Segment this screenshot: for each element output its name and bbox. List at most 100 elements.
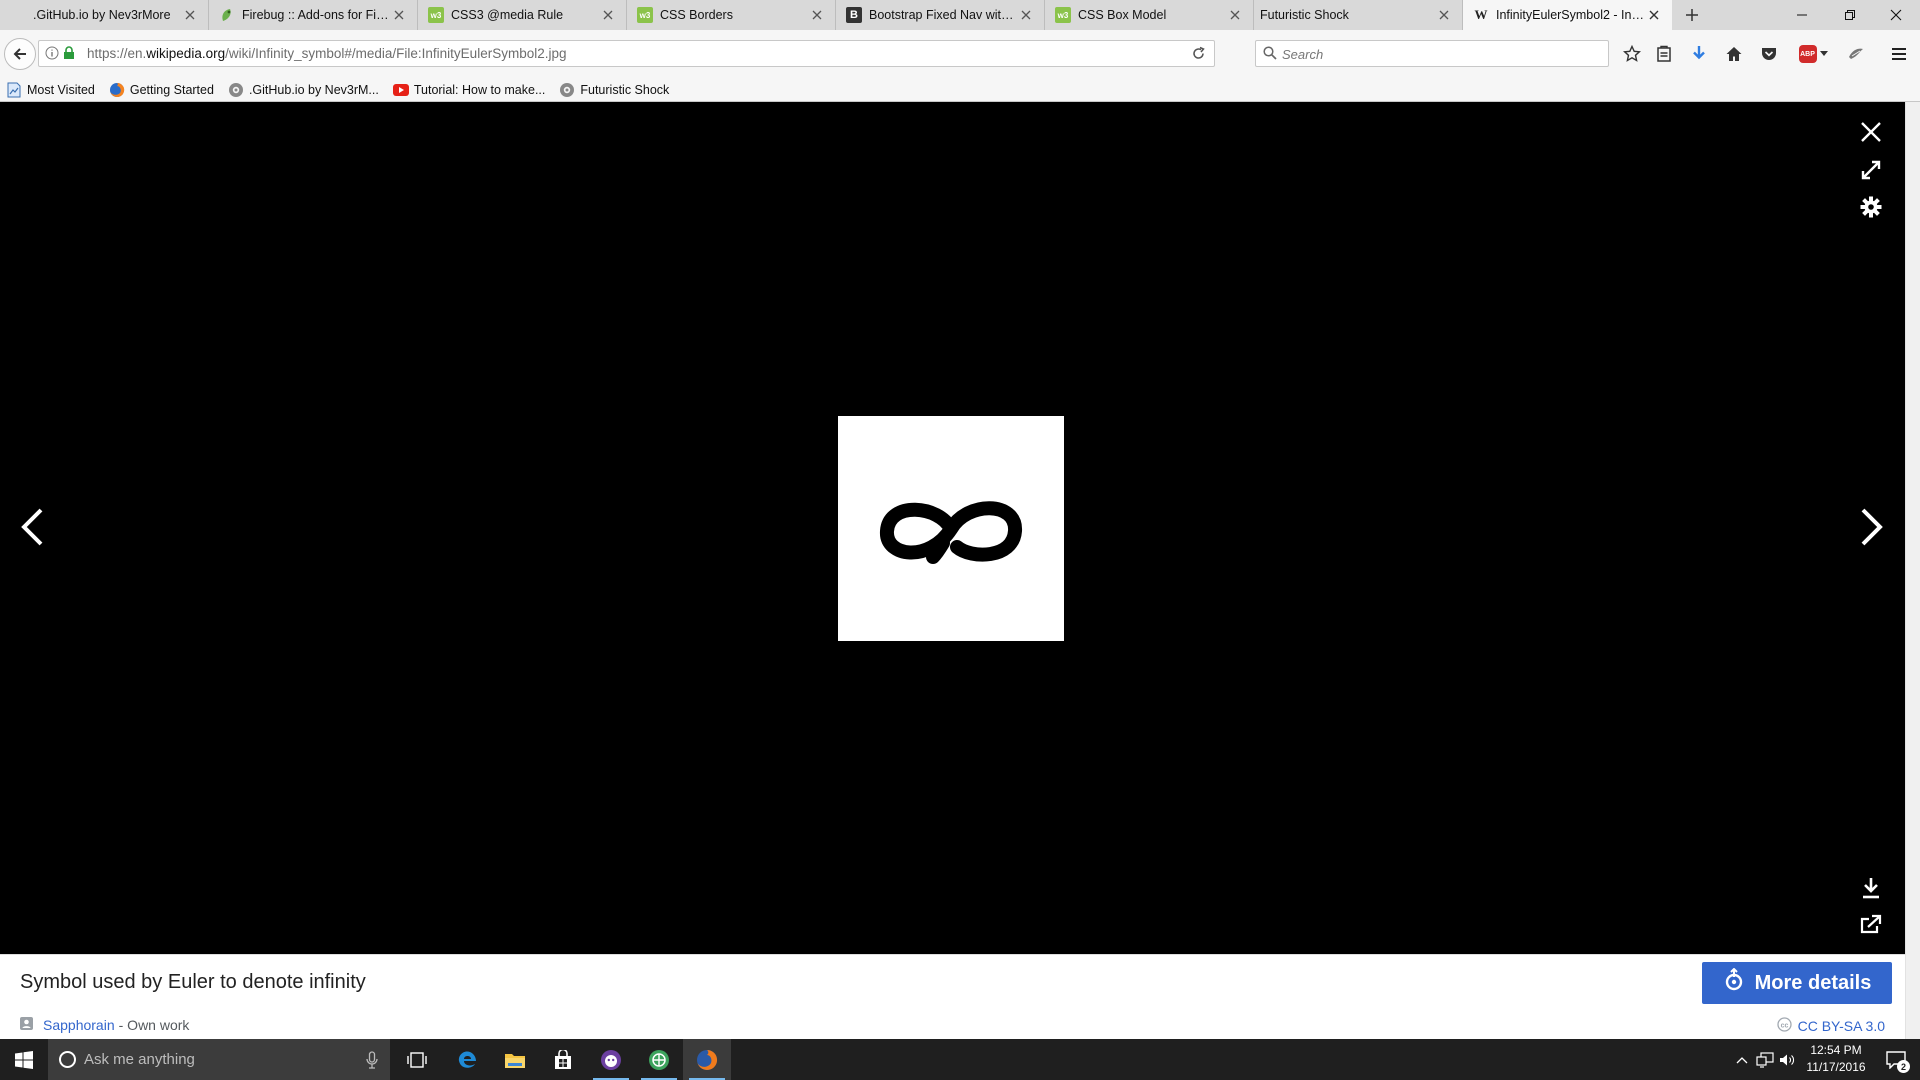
pocket-button[interactable] [1757,42,1781,66]
tab-github[interactable]: .GitHub.io by Nev3rMore [0,0,209,30]
close-icon[interactable] [182,7,198,23]
home-button[interactable] [1722,42,1746,66]
taskbar-edge[interactable] [443,1039,491,1080]
share-button[interactable] [1855,908,1887,940]
tab-title: Futuristic Shock [1260,8,1349,22]
close-icon[interactable] [1018,7,1034,23]
more-details-button[interactable]: More details [1702,962,1892,1004]
tab-futuristic-shock[interactable]: Futuristic Shock [1254,0,1463,30]
vertical-scrollbar[interactable] [1905,102,1920,1039]
notification-count-badge: 2 [1897,1060,1910,1073]
tab-title: CSS3 @media Rule [451,8,564,22]
extension-button[interactable] [1844,42,1868,66]
bookmark-star-button[interactable] [1620,42,1644,66]
tab-css3-media[interactable]: w3 CSS3 @media Rule [418,0,627,30]
taskbar-firefox[interactable] [683,1039,731,1080]
cortana-search-input[interactable] [84,1051,344,1068]
next-image-button[interactable] [1854,502,1890,552]
w3schools-icon: w3 [428,7,444,23]
wikipedia-icon: W [1474,7,1488,22]
start-button[interactable] [0,1039,48,1080]
bootply-icon: B [846,7,862,23]
back-button[interactable] [4,38,36,70]
bookmark-label: .GitHub.io by Nev3rM... [248,82,379,97]
bookmark-github-io[interactable]: .GitHub.io by Nev3rM... [228,82,379,98]
taskbar-app-green[interactable] [635,1039,683,1080]
new-tab-button[interactable] [1672,0,1712,30]
author-link[interactable]: Sapphorain [43,1017,115,1033]
svg-text:cc: cc [1780,1022,1788,1029]
menu-button[interactable] [1887,42,1911,66]
tab-css-box-model[interactable]: w3 CSS Box Model [1045,0,1254,30]
github-icon [10,7,26,23]
task-view-icon [407,1051,427,1068]
gear-icon [1860,196,1882,218]
download-icon [1863,878,1879,899]
task-view-button[interactable] [395,1039,439,1080]
reading-list-button[interactable] [1652,42,1676,66]
close-viewer-button[interactable] [1855,116,1887,148]
taskbar-file-explorer[interactable] [491,1039,539,1080]
fullscreen-button[interactable] [1855,154,1887,186]
url-prefix: https://en. [87,46,147,61]
url-bar[interactable]: https://en.wikipedia.org/wiki/Infinity_s… [38,40,1215,67]
w3schools-icon: w3 [637,7,653,23]
downloads-button[interactable] [1687,42,1711,66]
close-icon[interactable] [600,7,616,23]
bookmark-most-visited[interactable]: Most Visited [6,82,95,98]
hamburger-menu-icon [1892,48,1906,60]
cortana-search-box[interactable] [48,1039,390,1080]
most-visited-icon [6,82,22,98]
taskbar-store[interactable] [539,1039,587,1080]
tab-css-borders[interactable]: w3 CSS Borders [627,0,836,30]
tab-title: CSS Borders [660,8,733,22]
github-icon [228,82,244,98]
download-button[interactable] [1855,872,1887,904]
close-icon[interactable] [1646,7,1662,23]
url-text[interactable]: https://en.wikipedia.org/wiki/Infinity_s… [87,46,566,61]
volume-icon[interactable] [1776,1039,1798,1080]
license-info[interactable]: cc CC BY-SA 3.0 [1776,1017,1885,1035]
network-icon[interactable] [1754,1039,1776,1080]
bookmarks-toolbar: Most Visited Getting Started .GitHub.io … [0,78,1920,102]
action-center-button[interactable]: 2 [1876,1039,1916,1080]
reload-icon[interactable] [1191,46,1206,64]
close-icon[interactable] [391,7,407,23]
home-icon [1726,47,1742,61]
bookmark-futuristic-shock[interactable]: Futuristic Shock [559,82,669,98]
chevron-right-icon [1861,508,1883,546]
restore-icon [1845,10,1855,20]
tab-title: Firebug :: Add-ons for Fire... [242,8,392,22]
restore-button[interactable] [1826,0,1874,30]
close-icon [1890,9,1902,21]
search-icon [1263,46,1277,63]
close-window-button[interactable] [1872,0,1920,30]
info-icon[interactable] [45,46,59,63]
tab-firebug[interactable]: Firebug :: Add-ons for Fire... [209,0,418,30]
search-bar[interactable] [1255,40,1609,67]
bookmark-tutorial[interactable]: Tutorial: How to make... [392,82,545,98]
license-link[interactable]: CC BY-SA 3.0 [1798,1018,1885,1034]
show-hidden-icons-button[interactable] [1732,1039,1752,1080]
tab-strip: .GitHub.io by Nev3rMore Firebug :: Add-o… [0,0,1920,30]
source-text: - Own work [118,1017,190,1033]
viewer-settings-button[interactable] [1855,191,1887,223]
windows-taskbar: 12:54 PM 11/17/2016 2 [0,1039,1920,1080]
bookmark-getting-started[interactable]: Getting Started [109,82,214,98]
tab-infinity-euler[interactable]: W InfinityEulerSymbol2 - Infi... [1463,0,1672,30]
adblock-plus-icon: ABP [1798,45,1817,63]
previous-image-button[interactable] [14,502,50,552]
download-arrow-icon [1693,46,1705,60]
search-input[interactable] [1282,45,1602,63]
microphone-icon[interactable] [366,1051,378,1072]
chevron-left-icon [21,508,43,546]
tab-title: Bootstrap Fixed Nav with ... [869,8,1019,22]
minimize-button[interactable] [1778,0,1826,30]
taskbar-app-purple[interactable] [587,1039,635,1080]
close-icon[interactable] [1436,7,1452,23]
close-icon[interactable] [1227,7,1243,23]
tab-bootstrap-nav[interactable]: B Bootstrap Fixed Nav with ... [836,0,1045,30]
system-clock[interactable]: 12:54 PM 11/17/2016 [1796,1042,1876,1076]
close-icon[interactable] [809,7,825,23]
adblock-plus-button[interactable]: ABP [1795,42,1831,66]
